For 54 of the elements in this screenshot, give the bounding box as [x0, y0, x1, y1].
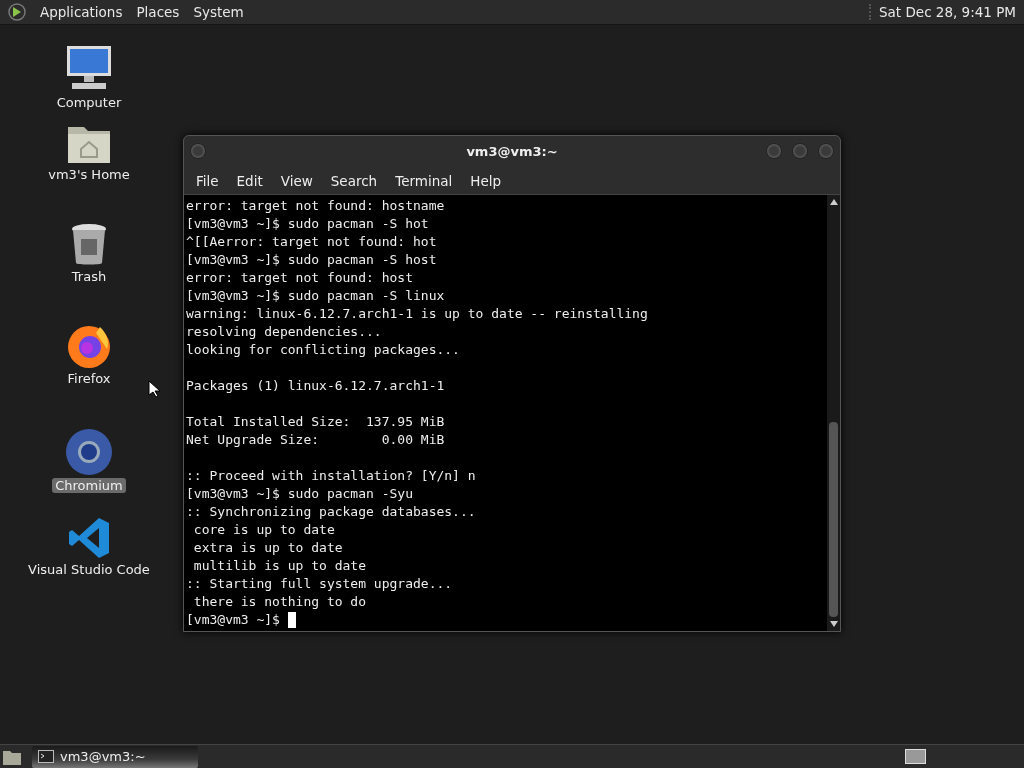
terminal-line: error: target not found: hostname	[186, 197, 445, 215]
terminal-line: :: Proceed with installation? [Y/n] n	[186, 467, 476, 485]
terminal-line: :: Starting full system upgrade...	[186, 575, 453, 593]
terminal-line: ^[[Aerror: target not found: hot	[186, 233, 437, 251]
desktop-icon-label[interactable]: Trash	[68, 269, 110, 284]
terminal-line: there is nothing to do	[192, 593, 366, 611]
terminal-line: core is up to date	[192, 521, 335, 539]
scroll-up-icon[interactable]	[829, 199, 838, 205]
window-title: vm3@vm3:~	[466, 144, 558, 159]
menu-item[interactable]: Help	[462, 172, 510, 189]
chromium-icon	[65, 428, 113, 476]
pointer-icon	[148, 380, 160, 398]
desktop-icon-label[interactable]: Chromium	[52, 478, 126, 493]
workspace-switcher[interactable]	[905, 749, 926, 764]
terminal-line: multilib is up to date	[192, 557, 366, 575]
terminal-line: Packages (1) linux-6.12.7.arch1-1	[186, 377, 445, 395]
clock[interactable]: Sat Dec 28, 9:41 PM	[869, 4, 1016, 20]
firefox-icon	[66, 323, 112, 369]
panel-menu[interactable]: System	[193, 4, 244, 20]
terminal-prompt: [vm3@vm3 ~]$	[186, 611, 281, 629]
desktop-icon-label[interactable]: vm3's Home	[45, 167, 133, 182]
desktop-icon-label[interactable]: Firefox	[64, 371, 114, 386]
terminal-line: [vm3@vm3 ~]$ sudo pacman -S host	[186, 251, 437, 269]
maximize-button[interactable]	[792, 143, 808, 159]
menu-item[interactable]: Search	[322, 172, 386, 189]
terminal-line: warning: linux-6.12.7.arch1-1 is up to date -- reinstalling	[186, 305, 648, 323]
terminal-line: error: target not found: host	[186, 269, 413, 287]
distro-logo-icon[interactable]	[8, 3, 26, 21]
taskbar-button[interactable]: vm3@vm3:~	[32, 745, 198, 768]
menu-item[interactable]: File	[188, 172, 227, 189]
terminal-icon	[38, 750, 54, 763]
terminal-line: extra is up to date	[192, 539, 343, 557]
scrollbar[interactable]	[827, 195, 840, 631]
terminal-line: [vm3@vm3 ~]$ sudo pacman -S hot	[186, 215, 429, 233]
terminal-line: looking for conflicting packages...	[186, 341, 460, 359]
scroll-down-icon[interactable]	[829, 621, 838, 627]
code-editor-icon	[67, 516, 111, 560]
menu-item[interactable]: View	[272, 172, 321, 189]
window-menu-button[interactable]	[190, 143, 206, 159]
minimize-button[interactable]	[766, 143, 782, 159]
terminal-line: Total Installed Size: 137.95 MiB	[186, 413, 445, 431]
menu-item[interactable]: Edit	[228, 172, 271, 189]
close-button[interactable]	[818, 143, 834, 159]
desktop-icon-label[interactable]: Visual Studio Code	[25, 562, 153, 577]
terminal-line: :: Synchronizing package databases...	[186, 503, 476, 521]
terminal-line: [vm3@vm3 ~]$ sudo pacman -S linux	[186, 287, 445, 305]
panel-menu[interactable]: Places	[136, 4, 180, 20]
terminal-line: [vm3@vm3 ~]$ sudo pacman -Syu	[186, 485, 413, 503]
terminal-line: resolving dependencies...	[186, 323, 382, 341]
menu-item[interactable]: Terminal	[387, 172, 461, 189]
panel-menu[interactable]: Applications	[40, 4, 123, 20]
terminal-line: Net Upgrade Size: 0.00 MiB	[186, 431, 445, 449]
desktop-icon-label[interactable]: Computer	[53, 95, 125, 110]
trash-icon	[70, 223, 108, 267]
